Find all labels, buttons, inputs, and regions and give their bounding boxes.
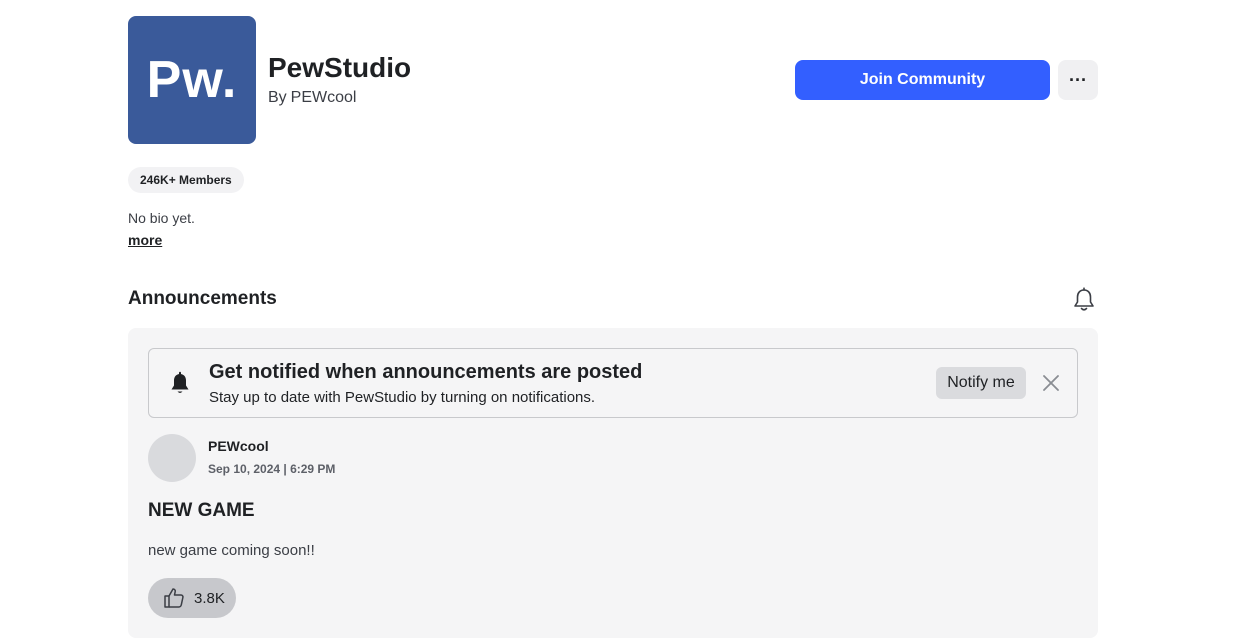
thumbs-up-icon bbox=[164, 588, 184, 608]
bio-more-link[interactable]: more bbox=[128, 232, 162, 248]
owner-name[interactable]: PEWcool bbox=[291, 89, 357, 106]
join-community-button[interactable]: Join Community bbox=[795, 60, 1050, 100]
post-timestamp: Sep 10, 2024 | 6:29 PM bbox=[208, 462, 336, 476]
ellipsis-icon: ··· bbox=[1069, 70, 1087, 90]
bell-icon bbox=[169, 371, 191, 397]
like-count: 3.8K bbox=[194, 589, 225, 607]
members-count-badge: 246K+ Members bbox=[128, 167, 244, 193]
avatar[interactable] bbox=[148, 434, 196, 482]
announcements-heading: Announcements bbox=[128, 288, 277, 309]
notify-title: Get notified when announcements are post… bbox=[209, 361, 643, 383]
post-title: NEW GAME bbox=[148, 500, 255, 521]
community-logo-text: Pw. bbox=[146, 51, 238, 109]
community-byline: By PEWcool bbox=[268, 89, 356, 107]
announcements-panel: Get notified when announcements are post… bbox=[128, 328, 1098, 638]
page-title: PewStudio bbox=[268, 52, 412, 83]
close-icon[interactable] bbox=[1041, 373, 1061, 393]
community-bio: No bio yet. bbox=[128, 210, 195, 226]
like-button[interactable]: 3.8K bbox=[148, 578, 236, 618]
notify-subtitle: Stay up to date with PewStudio by turnin… bbox=[209, 389, 596, 406]
bell-icon[interactable] bbox=[1072, 287, 1096, 313]
more-options-button[interactable]: ··· bbox=[1058, 60, 1098, 100]
community-logo: Pw. bbox=[128, 16, 256, 144]
post-body: new game coming soon!! bbox=[148, 542, 315, 559]
post-author[interactable]: PEWcool bbox=[208, 438, 269, 454]
notify-me-button[interactable]: Notify me bbox=[936, 367, 1026, 399]
notification-prompt: Get notified when announcements are post… bbox=[148, 348, 1078, 418]
byline-prefix: By bbox=[268, 89, 287, 106]
